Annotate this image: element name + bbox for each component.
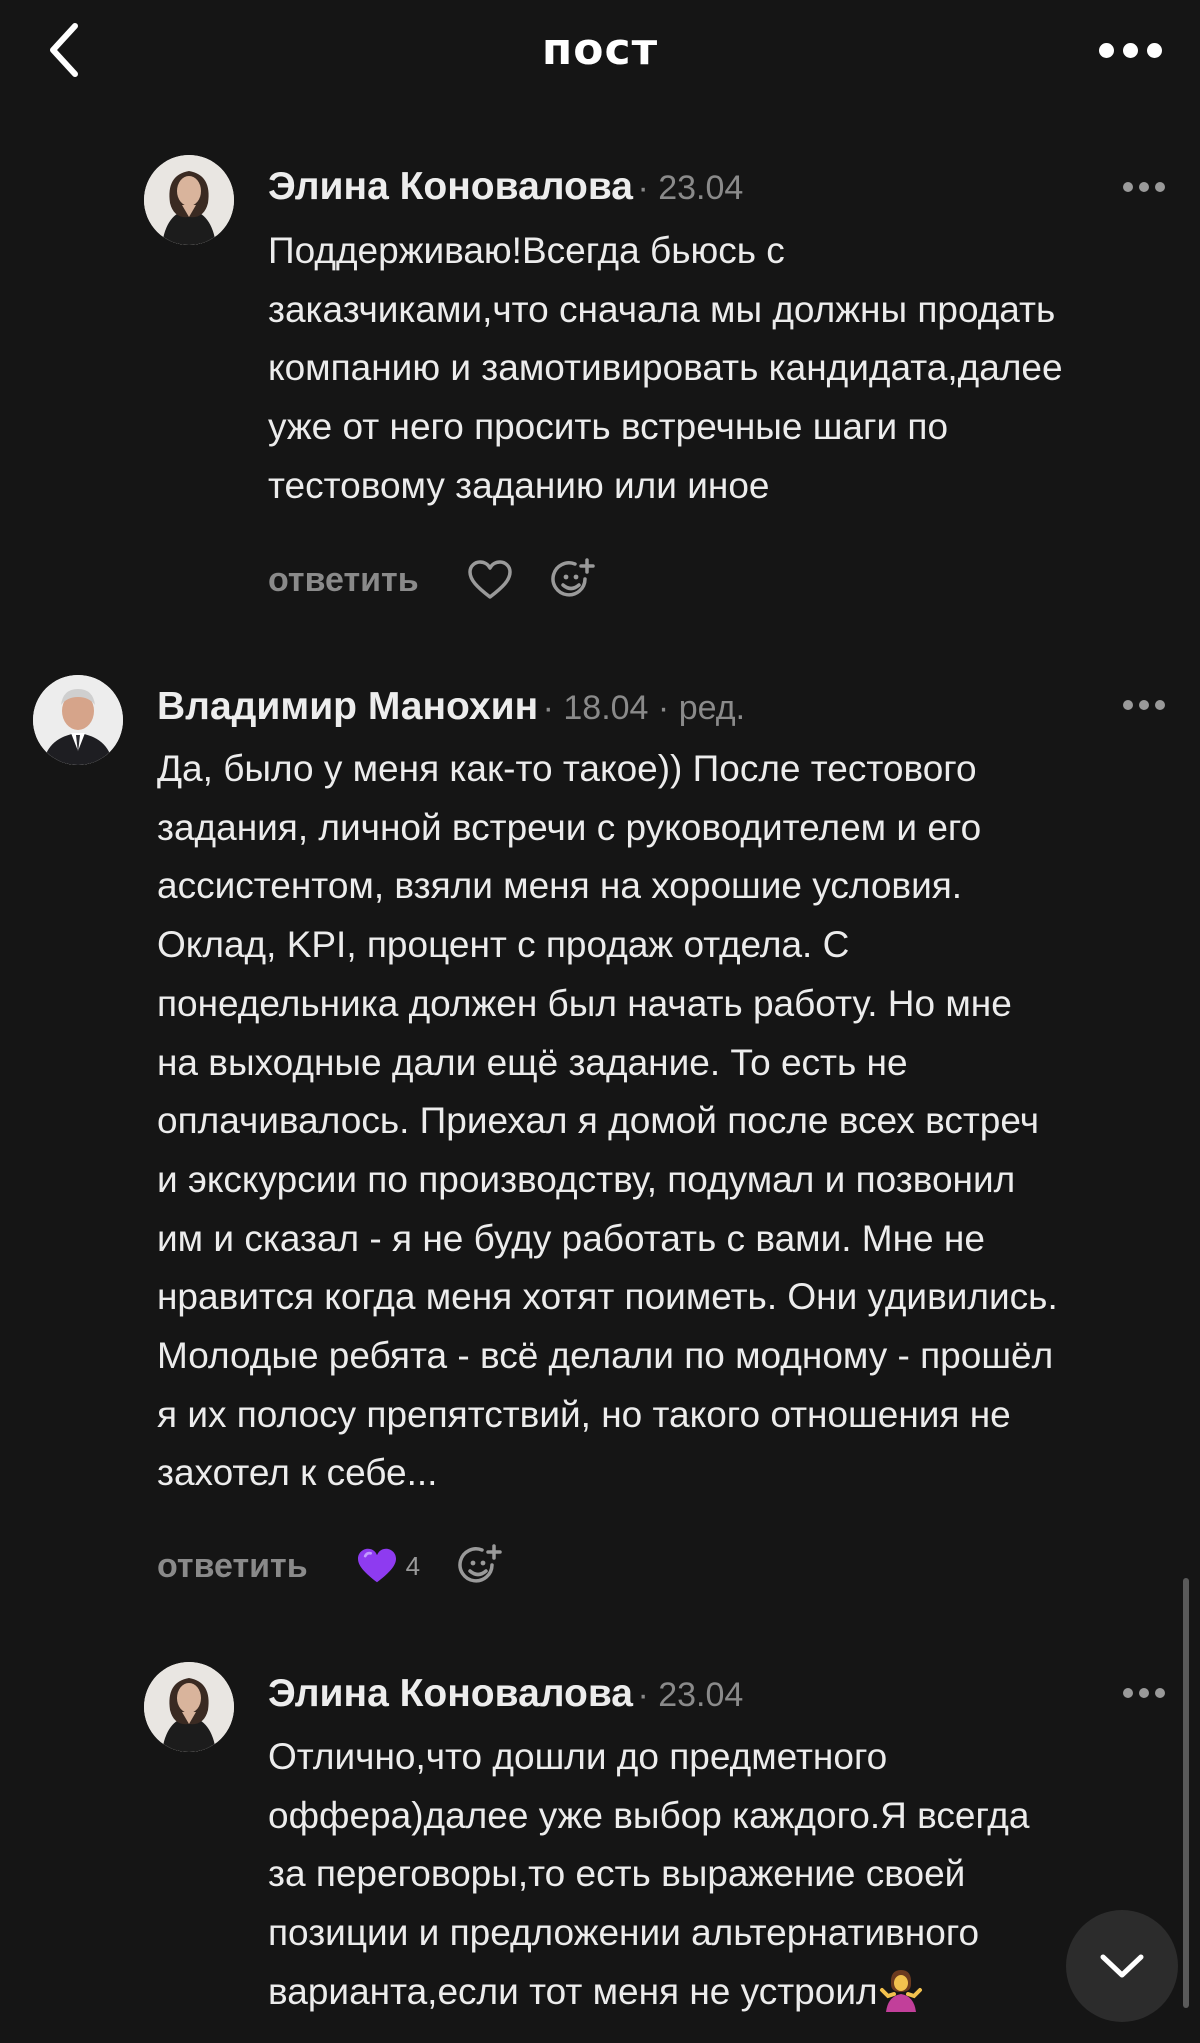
like-button[interactable]: [467, 559, 513, 601]
author-name[interactable]: Элина Коновалова: [268, 1672, 633, 1715]
avatar-man-image: [33, 675, 123, 765]
comment-line: Оклад, KPI, процент с продаж отдела. С: [157, 924, 850, 966]
comment-meta: Элина Коновалова · 23.04: [268, 1669, 743, 1719]
separator-dot: ·: [542, 689, 564, 727]
comment-line: Да, было у меня как-то такое)) После тес…: [157, 748, 977, 789]
comment-line: позиции и предложении альтернативного: [268, 1912, 980, 1954]
add-reaction-icon: [458, 1544, 502, 1583]
comment-text: Поддерживаю!Всегда бьюсь с заказчиками,ч…: [268, 222, 1063, 516]
comment-text: Да, было у меня как-то такое)) После тес…: [157, 740, 1058, 1503]
chevron-down-icon: [1100, 1954, 1144, 1978]
comment-line: Молодые ребята - всё делали по модному -…: [157, 1335, 1054, 1377]
comment-meta: Элина Коновалова · 23.04: [268, 162, 743, 212]
more-dot: [1155, 182, 1165, 192]
comment-actions: ответить 4: [157, 1536, 504, 1596]
comment-actions: ответить: [268, 550, 597, 610]
reply-button[interactable]: ответить: [268, 561, 419, 600]
more-dot: [1155, 1688, 1165, 1698]
comment-line: нравится когда меня хотят поиметь. Они у…: [157, 1276, 1058, 1318]
comment-line: варианта,если тот меня не устроил: [268, 1970, 878, 2012]
scroll-down-button[interactable]: [1066, 1910, 1178, 2022]
add-reaction-button[interactable]: [458, 1543, 504, 1589]
comment-more-button[interactable]: [1114, 1673, 1174, 1713]
heart-outline-icon: [467, 560, 512, 599]
scrollbar[interactable]: [1183, 1578, 1189, 2008]
more-dot: [1155, 700, 1165, 710]
more-horizontal-icon: [1123, 1688, 1133, 1698]
comment-date: 23.04: [658, 1676, 744, 1714]
comment-more-button[interactable]: [1114, 685, 1174, 725]
purple-heart-icon: [357, 1548, 396, 1583]
author-name[interactable]: Владимир Манохин: [157, 685, 538, 728]
more-options-button[interactable]: [1090, 30, 1170, 70]
top-bar: пост: [0, 0, 1200, 100]
more-dot: [1122, 42, 1138, 58]
comment-line: за переговоры,то есть выражение своей: [268, 1853, 966, 1895]
comment-line: компанию и замотивировать кандидата,дале…: [268, 347, 1063, 389]
comment-line: понедельника должен был начать работу. Н…: [157, 982, 1012, 1024]
more-dot: [1146, 42, 1162, 58]
comment-line: задания, личной встречи с руководителем …: [157, 806, 982, 848]
comment-line: тестовому заданию или иное: [268, 464, 770, 506]
comment-line: я их полосу препятствий, но такого отнош…: [157, 1393, 1011, 1435]
comment-line: уже от него просить встречные шаги по: [268, 406, 949, 448]
comment-line: им и сказал - я не буду работать с вами.…: [157, 1217, 985, 1259]
author-name[interactable]: Элина Коновалова: [268, 165, 633, 208]
comment-line: захотел к себе...: [157, 1452, 438, 1494]
avatar[interactable]: [144, 155, 234, 245]
comment-date: 18.04: [563, 689, 649, 727]
comment-line: и экскурсии по производству, подумал и п…: [157, 1158, 1016, 1200]
comment-line: оффера)далее уже выбор каждого.Я всегда: [268, 1794, 1030, 1836]
more-horizontal-icon: [1123, 700, 1133, 710]
comment-line: Поддерживаю!Всегда бьюсь с: [268, 230, 785, 271]
like-button[interactable]: 4: [356, 1547, 420, 1585]
more-dot: [1139, 182, 1149, 192]
more-dot: [1139, 700, 1149, 710]
add-reaction-icon: [550, 558, 595, 597]
comment-line: на выходные дали ещё задание. То есть не: [157, 1041, 908, 1083]
more-dot: [1139, 1688, 1149, 1698]
comment-text: Отлично,что дошли до предметного оффера)…: [268, 1728, 1029, 2022]
reply-button[interactable]: ответить: [157, 1547, 308, 1586]
page-title: пост: [541, 24, 659, 75]
separator-dot: ·: [637, 169, 659, 207]
comment-line: ассистентом, взяли меня на хорошие услов…: [157, 865, 963, 907]
person-shrugging-emoji-icon: [879, 1969, 922, 2012]
avatar-woman-image: [144, 1662, 234, 1752]
separator-dot: ·: [637, 1676, 659, 1714]
comment-line-last: варианта,если тот меня не устроил: [268, 1963, 1029, 2022]
more-horizontal-icon: [1098, 42, 1114, 58]
avatar[interactable]: [33, 675, 123, 765]
edited-label: ред.: [678, 689, 746, 727]
comment-more-button[interactable]: [1114, 167, 1174, 207]
comment-line: заказчиками,что сначала мы должны продат…: [268, 288, 1056, 330]
comment-meta: Владимир Манохин · 18.04 · ред.: [157, 682, 745, 732]
like-count: 4: [405, 1550, 421, 1581]
comment-date: 23.04: [658, 169, 744, 207]
more-horizontal-icon: [1123, 182, 1133, 192]
comment-line: оплачивалось. Приехал я домой после всех…: [157, 1100, 1039, 1142]
add-reaction-button[interactable]: [550, 557, 597, 603]
separator-dot: ·: [648, 689, 679, 727]
avatar-woman-image: [144, 155, 234, 245]
avatar[interactable]: [144, 1662, 234, 1752]
comment-line: Отлично,что дошли до предметного: [268, 1736, 888, 1777]
